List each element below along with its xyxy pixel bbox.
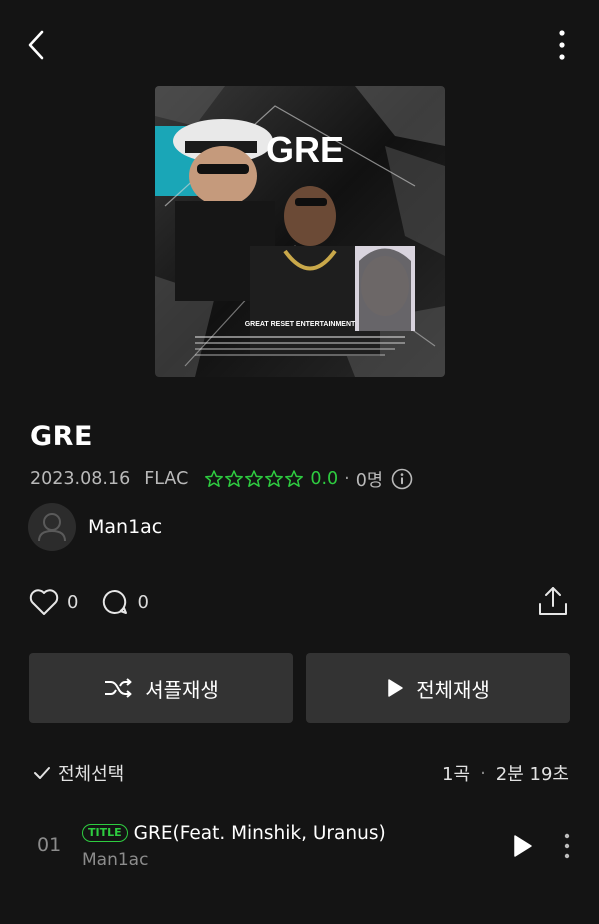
star-icon[interactable]: [204, 469, 224, 489]
play-icon: [388, 679, 403, 697]
release-date: 2023.08.16: [30, 469, 131, 489]
summary-separator: ·: [480, 762, 486, 784]
comment-count: 0: [137, 591, 149, 613]
rater-count: 0명: [355, 470, 383, 491]
song-count: 1곡: [442, 764, 471, 785]
vertical-ellipsis-icon: [564, 833, 570, 859]
star-icon[interactable]: [224, 469, 244, 489]
top-bar: [0, 0, 599, 90]
person-placeholder-icon: [38, 513, 66, 542]
meta-separator: ·: [344, 469, 350, 489]
play-all-label: 전체재생: [416, 677, 490, 702]
artist-name[interactable]: Man1ac: [88, 516, 162, 538]
rating-value: 0.0: [310, 469, 339, 489]
chevron-left-icon: [28, 30, 44, 60]
track-artist[interactable]: Man1ac: [82, 850, 148, 870]
like-count: 0: [67, 591, 79, 613]
vertical-ellipsis-icon: [559, 30, 565, 60]
track-title-line: TITLE GRE(Feat. Minshik, Uranus): [82, 820, 386, 846]
artist-row[interactable]: Man1ac: [28, 502, 162, 552]
cover-title-text: GRE: [266, 129, 344, 170]
share-button[interactable]: [536, 584, 570, 618]
comment-icon: [103, 589, 128, 614]
cover-label-text: GREAT RESET ENTERTAINMENT: [245, 321, 356, 328]
track-row[interactable]: 01 TITLE GRE(Feat. Minshik, Uranus) Man1…: [0, 810, 599, 880]
album-meta-row: 2023.08.16 FLAC 0.0 · 0명: [30, 466, 413, 492]
play-icon: [514, 835, 532, 857]
album-art-image: GRE GREAT RESET ENTERTAINMENT: [155, 86, 445, 377]
artist-avatar[interactable]: [28, 503, 76, 551]
track-more-button[interactable]: [556, 832, 578, 860]
shuffle-icon: [105, 678, 132, 698]
shuffle-play-label: 셔플재생: [145, 677, 219, 702]
select-all-toggle[interactable]: 전체선택: [32, 758, 124, 788]
track-number: 01: [37, 834, 62, 856]
back-button[interactable]: [22, 28, 54, 62]
track-play-button[interactable]: [508, 832, 536, 860]
like-button[interactable]: 0: [28, 587, 78, 617]
info-icon[interactable]: [391, 468, 413, 490]
comment-button[interactable]: 0: [100, 587, 149, 617]
track-title: GRE(Feat. Minshik, Uranus): [133, 822, 386, 844]
rating-stars[interactable]: [204, 469, 304, 489]
share-icon: [539, 587, 567, 615]
star-icon[interactable]: [284, 469, 304, 489]
tracklist-summary: 1곡 · 2분 19초: [442, 758, 569, 788]
album-title: GRE: [30, 421, 93, 452]
total-duration: 2분 19초: [495, 764, 569, 785]
heart-icon: [29, 589, 59, 615]
audio-format: FLAC: [144, 469, 189, 489]
title-badge: TITLE: [82, 824, 128, 842]
album-cover[interactable]: GRE GREAT RESET ENTERTAINMENT: [155, 86, 445, 377]
shuffle-play-button[interactable]: 셔플재생: [29, 653, 293, 723]
more-options-button[interactable]: [548, 28, 576, 62]
play-all-button[interactable]: 전체재생: [306, 653, 570, 723]
star-icon[interactable]: [244, 469, 264, 489]
social-actions: 0 0: [28, 584, 171, 620]
star-icon[interactable]: [264, 469, 284, 489]
select-all-label: 전체선택: [58, 764, 125, 785]
check-icon: [34, 767, 50, 779]
